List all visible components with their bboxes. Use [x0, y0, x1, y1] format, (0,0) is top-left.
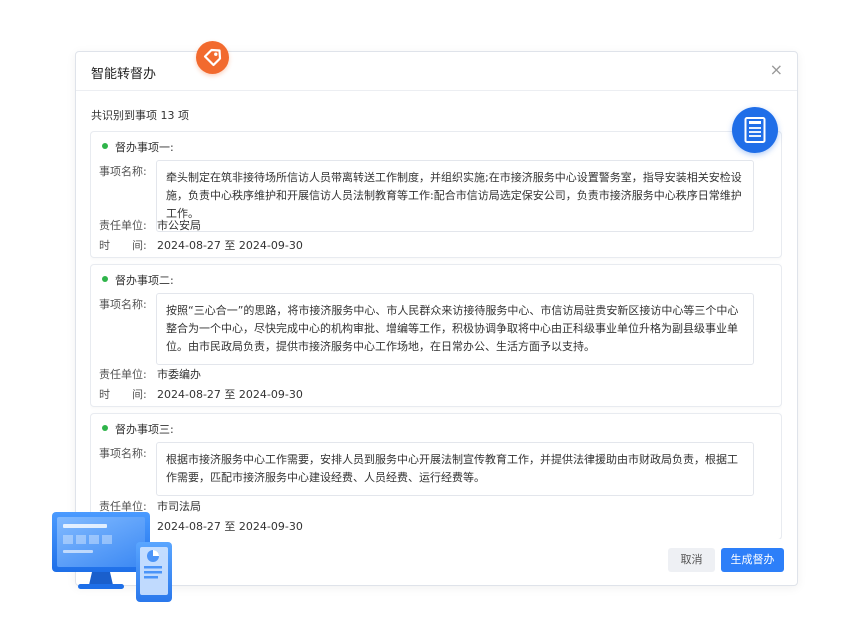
- item-time-label: 时 间:: [99, 239, 147, 252]
- item-time-label: 时 间:: [99, 388, 147, 401]
- supervision-item-card: 督办事项二: 事项名称: 按照“三心合一”的思路，将市接济服务中心、市人民群众来…: [90, 264, 782, 407]
- item-unit-label: 责任单位:: [99, 368, 147, 381]
- status-dot-icon: [102, 143, 108, 149]
- item-unit-value: 市公安局: [157, 219, 201, 232]
- generate-supervision-button[interactable]: 生成督办: [721, 548, 784, 572]
- item-content-box[interactable]: 按照“三心合一”的思路，将市接济服务中心、市人民群众来访接待服务中心、市信访局驻…: [156, 293, 754, 365]
- item-name-label: 事项名称:: [99, 165, 147, 178]
- smart-supervision-dialog: 智能转督办 × 共识别到事项 13 项 督办事项一: 事项名称: 牵头制定在筑非…: [75, 51, 798, 586]
- dialog-footer: 取消 生成督办: [76, 541, 797, 585]
- recognized-count-text: 共识别到事项 13 项: [91, 109, 189, 122]
- devices-illustration: [52, 509, 174, 605]
- item-content-box[interactable]: 根据市接济服务中心工作需要，安排人员到服务中心开展法制宣传教育工作，并提供法律援…: [156, 442, 754, 496]
- supervision-item-card: 督办事项一: 事项名称: 牵头制定在筑非接待场所信访人员带离转送工作制度，并组织…: [90, 131, 782, 258]
- item-name-label: 事项名称:: [99, 298, 147, 311]
- item-unit-value: 市委编办: [157, 368, 201, 381]
- tag-icon: [196, 41, 229, 74]
- dialog-title: 智能转督办: [91, 67, 157, 82]
- cancel-button[interactable]: 取消: [668, 548, 715, 572]
- supervision-item-card: 督办事项三: 事项名称: 根据市接济服务中心工作需要，安排人员到服务中心开展法制…: [90, 413, 782, 539]
- close-icon[interactable]: ×: [770, 60, 783, 80]
- supervision-item-list[interactable]: 督办事项一: 事项名称: 牵头制定在筑非接待场所信访人员带离转送工作制度，并组织…: [90, 131, 782, 539]
- dialog-header: 智能转督办 ×: [76, 52, 797, 91]
- item-time-value: 2024-08-27 至 2024-09-30: [157, 520, 303, 533]
- item-time-value: 2024-08-27 至 2024-09-30: [157, 239, 303, 252]
- item-time-value: 2024-08-27 至 2024-09-30: [157, 388, 303, 401]
- item-title: 督办事项三:: [115, 423, 174, 436]
- item-unit-label: 责任单位:: [99, 219, 147, 232]
- item-name-label: 事项名称:: [99, 447, 147, 460]
- item-content-box[interactable]: 牵头制定在筑非接待场所信访人员带离转送工作制度，并组织实施;在市接济服务中心设置…: [156, 160, 754, 232]
- status-dot-icon: [102, 425, 108, 431]
- item-title: 督办事项一:: [115, 141, 174, 154]
- document-icon: [732, 107, 778, 153]
- item-title: 督办事项二:: [115, 274, 174, 287]
- status-dot-icon: [102, 276, 108, 282]
